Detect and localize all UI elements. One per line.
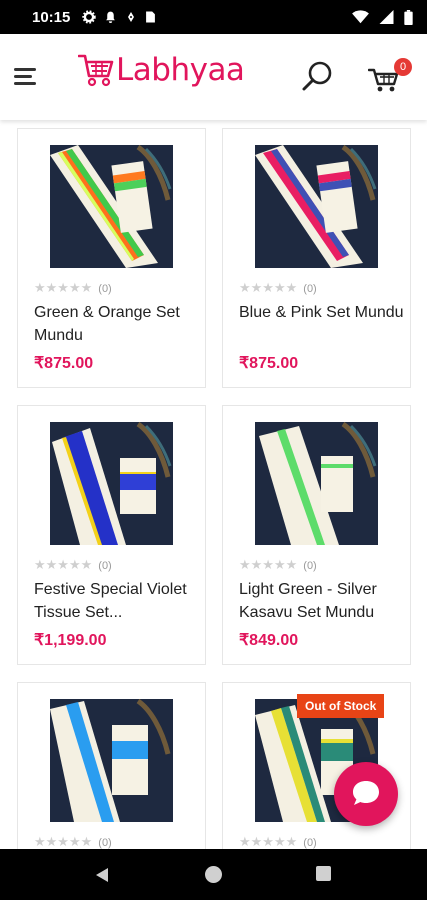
status-time: 10:15: [32, 8, 71, 26]
search-icon: [302, 61, 332, 91]
rating-stars: ★★★★★ (0): [239, 281, 317, 296]
product-image[interactable]: [50, 699, 173, 822]
product-card[interactable]: ★★★★★ (0) Light Green - Silver Kasavu Se…: [222, 405, 411, 665]
rating-stars: ★★★★★ (0): [34, 835, 112, 850]
star-icons: ★★★★★: [239, 558, 298, 573]
rating-stars: ★★★★★ (0): [239, 558, 317, 573]
back-icon[interactable]: [94, 867, 110, 883]
chat-button[interactable]: [334, 762, 398, 826]
settings-icon: [82, 10, 97, 24]
battery-icon: [404, 9, 413, 25]
product-title[interactable]: Green & Orange Set Mundu: [34, 301, 199, 347]
signal-icon: [379, 10, 394, 24]
menu-bar-bottom: [14, 82, 36, 85]
product-title[interactable]: Blue & Pink Set Mundu: [239, 301, 404, 347]
menu-bar-middle: [14, 75, 32, 78]
rating-count: (0): [98, 559, 112, 572]
product-card[interactable]: ★★★★★ (0) Festive Special Violet Tissue …: [17, 405, 206, 665]
logo-text: Labhyaa: [116, 52, 245, 88]
rating-stars: ★★★★★ (0): [239, 835, 317, 850]
notification-bell-icon: [106, 11, 116, 23]
recent-apps-icon[interactable]: [316, 866, 331, 881]
product-price: ₹1,199.00: [34, 632, 107, 649]
brand-logo[interactable]: Labhyaa: [78, 52, 245, 88]
product-image[interactable]: [255, 145, 378, 268]
star-icons: ★★★★★: [239, 835, 298, 850]
product-price: ₹875.00: [34, 355, 94, 372]
system-navigation-bar: [0, 849, 427, 900]
search-button[interactable]: [300, 58, 336, 94]
product-card[interactable]: ★★★★★ (0) Blue & Pink Set Mundu ₹875.00: [222, 128, 411, 388]
cart-button[interactable]: 0: [368, 56, 414, 96]
out-of-stock-badge: Out of Stock: [297, 694, 385, 718]
app-screen: 10:15 Labhyaa 0 ★★★★★ (0) Green & Orange…: [0, 0, 427, 900]
app-header: Labhyaa 0: [0, 34, 427, 120]
star-icons: ★★★★★: [34, 835, 93, 850]
wifi-icon: [352, 10, 369, 24]
star-icons: ★★★★★: [34, 281, 93, 296]
rating-stars: ★★★★★ (0): [34, 558, 112, 573]
logo-cart-icon: [78, 54, 114, 87]
rating-stars: ★★★★★ (0): [34, 281, 112, 296]
cart-count-badge: 0: [394, 58, 412, 76]
product-grid: ★★★★★ (0) Green & Orange Set Mundu ₹875.…: [0, 128, 427, 900]
product-title[interactable]: Light Green - Silver Kasavu Set Mundu: [239, 578, 404, 624]
product-image[interactable]: [255, 422, 378, 545]
home-icon[interactable]: [205, 866, 222, 883]
product-price: ₹875.00: [239, 355, 299, 372]
product-price: ₹849.00: [239, 632, 299, 649]
status-icons-right: [352, 9, 413, 25]
sim-card-icon: [146, 11, 156, 23]
star-icons: ★★★★★: [239, 281, 298, 296]
rating-count: (0): [303, 836, 317, 849]
menu-bar-top: [14, 68, 36, 71]
chat-bubble-icon: [353, 781, 379, 805]
menu-button[interactable]: [14, 66, 42, 88]
product-card[interactable]: ★★★★★ (0) Green & Orange Set Mundu ₹875.…: [17, 128, 206, 388]
product-image[interactable]: [50, 145, 173, 268]
location-icon: [128, 12, 135, 22]
status-icons-left: [82, 10, 156, 24]
rating-count: (0): [98, 836, 112, 849]
rating-count: (0): [303, 559, 317, 572]
product-title[interactable]: Festive Special Violet Tissue Set...: [34, 578, 199, 624]
status-bar: 10:15: [0, 0, 427, 34]
product-image[interactable]: [50, 422, 173, 545]
star-icons: ★★★★★: [34, 558, 93, 573]
rating-count: (0): [98, 282, 112, 295]
rating-count: (0): [303, 282, 317, 295]
